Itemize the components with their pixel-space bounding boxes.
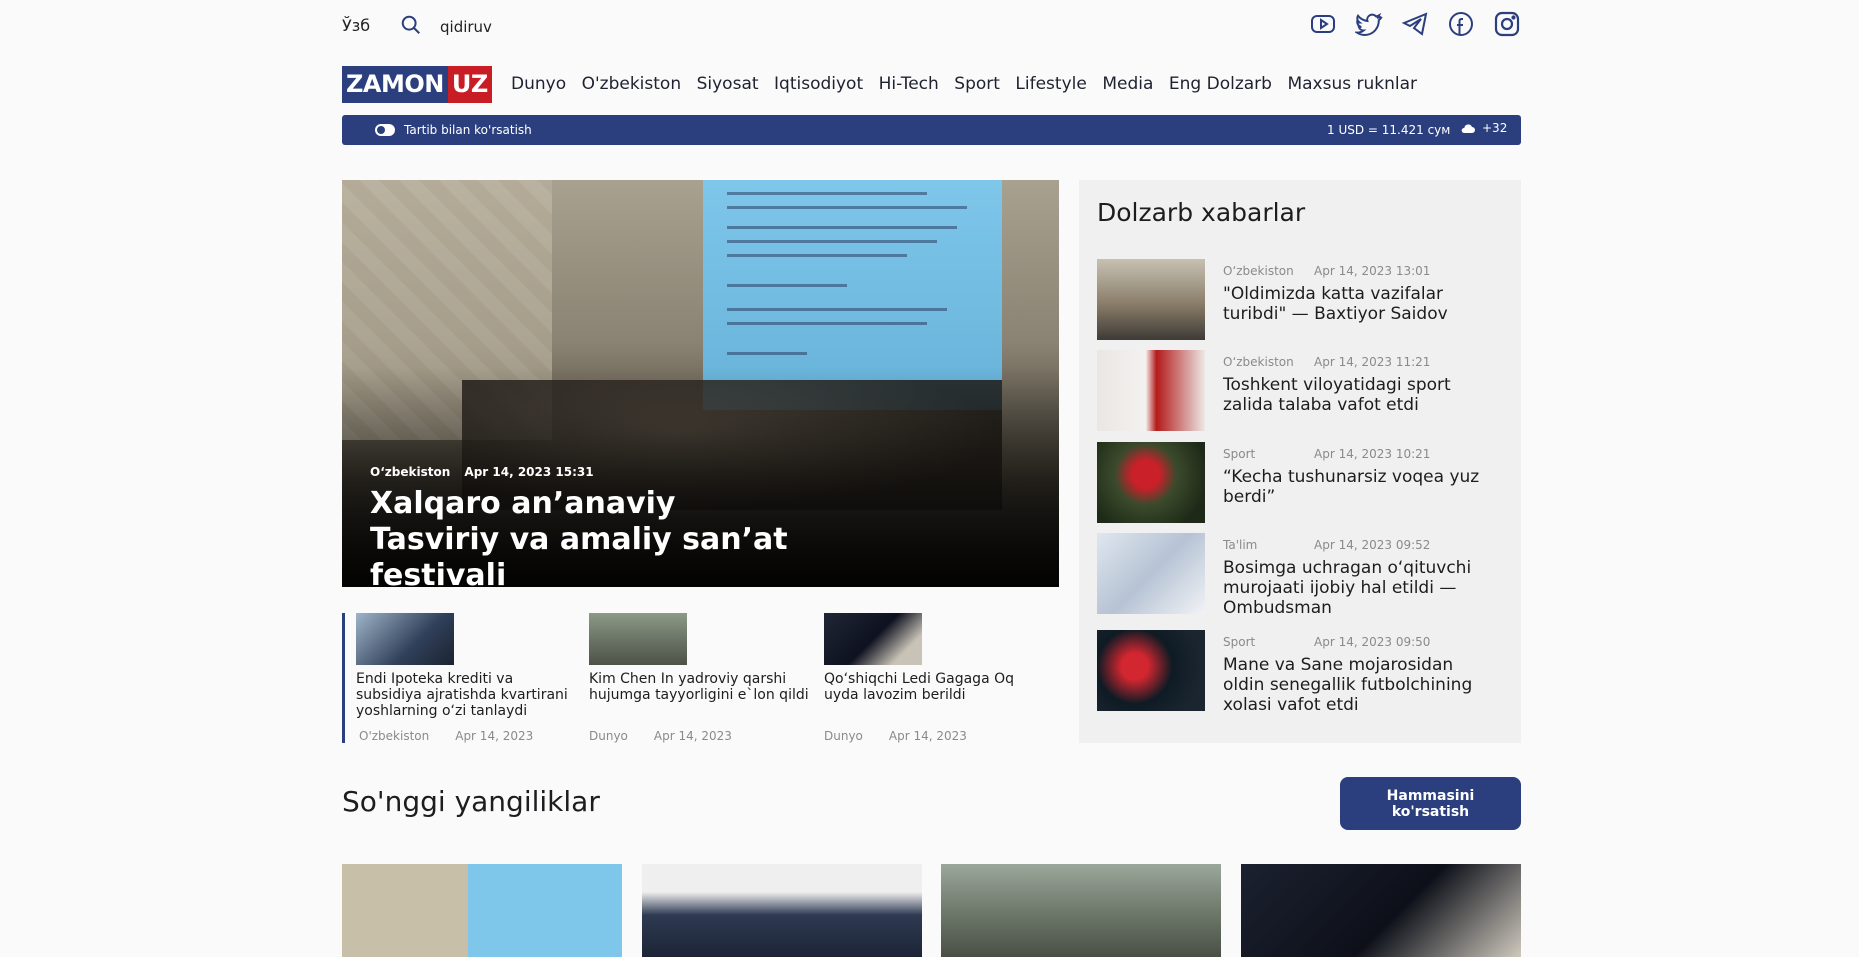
latest-card-image[interactable] xyxy=(1241,864,1521,957)
latest-card-image[interactable] xyxy=(941,864,1221,957)
mini-date: Apr 14, 2023 xyxy=(455,729,534,743)
nav-lifestyle[interactable]: Lifestyle xyxy=(1015,74,1086,94)
nav-media[interactable]: Media xyxy=(1102,74,1153,94)
sidebar-thumbnail xyxy=(1097,350,1205,431)
instagram-icon[interactable] xyxy=(1493,10,1521,38)
sidebar-thumbnail xyxy=(1097,259,1205,340)
sidebar-item-title[interactable]: Bosimga uchragan o‘qituvchi murojaati ij… xyxy=(1223,558,1493,618)
sidebar-item-title[interactable]: Mane va Sane mojarosidan oldin senegalli… xyxy=(1223,655,1493,715)
info-bar: Tartib bilan ko'rsatish 1 USD = 11.421 с… xyxy=(342,115,1521,145)
sidebar-item-date: Apr 14, 2023 09:50 xyxy=(1314,635,1431,649)
sidebar-thumbnail xyxy=(1097,630,1205,711)
twitter-icon[interactable] xyxy=(1355,10,1383,38)
nav-ozbekiston[interactable]: O'zbekiston xyxy=(582,74,682,94)
sidebar-item-category[interactable]: Ta'lim xyxy=(1223,538,1257,552)
mini-info: Dunyo Apr 14, 2023 xyxy=(589,729,732,743)
mini-title[interactable]: Endi Ipoteka krediti va subsidiya ajrati… xyxy=(356,671,581,719)
nav-dunyo[interactable]: Dunyo xyxy=(511,74,566,94)
mini-info: O'zbekiston Apr 14, 2023 xyxy=(359,729,533,743)
latest-news-grid xyxy=(342,864,1521,957)
utility-bar: Ўзб xyxy=(342,0,1521,52)
nav-hi-tech[interactable]: Hi-Tech xyxy=(879,74,939,94)
cloud-icon xyxy=(1461,124,1475,133)
sidebar-item-date: Apr 14, 2023 11:21 xyxy=(1314,355,1431,369)
sidebar-item-date: Apr 14, 2023 09:52 xyxy=(1314,538,1431,552)
nav-siyosat[interactable]: Siyosat xyxy=(697,74,759,94)
sidebar-thumbnail xyxy=(1097,442,1205,523)
sidebar-item-date: Apr 14, 2023 13:01 xyxy=(1314,264,1431,278)
sidebar-item-title[interactable]: "Oldimizda katta vazifalar turibdi" — Ba… xyxy=(1223,284,1493,324)
mini-thumbnail xyxy=(589,613,687,665)
mini-article[interactable]: Endi Ipoteka krediti va subsidiya ajrati… xyxy=(342,613,581,743)
site-logo[interactable]: ZAMON UZ xyxy=(342,66,492,103)
top-news-sidebar: Dolzarb xabarlar O‘zbekiston Apr 14, 202… xyxy=(1079,180,1521,743)
sidebar-item-date: Apr 14, 2023 10:21 xyxy=(1314,447,1431,461)
youtube-icon[interactable] xyxy=(1309,10,1337,38)
nav-eng-dolzarb[interactable]: Eng Dolzarb xyxy=(1169,74,1272,94)
latest-card-image[interactable] xyxy=(342,864,622,957)
hero-date: Apr 14, 2023 15:31 xyxy=(464,465,594,479)
mini-category[interactable]: Dunyo xyxy=(824,729,863,743)
mini-article[interactable]: Qo‘shiqchi Ledi Gagaga Oq uyda lavozim b… xyxy=(824,613,1049,743)
mini-category[interactable]: O'zbekiston xyxy=(359,729,429,743)
nav-sport[interactable]: Sport xyxy=(954,74,1000,94)
weather: +32 xyxy=(1460,121,1507,135)
mini-title[interactable]: Qo‘shiqchi Ledi Gagaga Oq uyda lavozim b… xyxy=(824,671,1049,703)
mini-category[interactable]: Dunyo xyxy=(589,729,628,743)
sidebar-thumbnail xyxy=(1097,533,1205,614)
mini-info: Dunyo Apr 14, 2023 xyxy=(824,729,967,743)
mini-articles: Endi Ipoteka krediti va subsidiya ajrati… xyxy=(342,613,1059,743)
sidebar-title: Dolzarb xabarlar xyxy=(1097,198,1306,227)
search-icon[interactable] xyxy=(400,14,422,40)
hero-category[interactable]: O‘zbekiston xyxy=(370,465,450,479)
sidebar-item-category[interactable]: Sport xyxy=(1223,635,1255,649)
latest-card-image[interactable] xyxy=(642,864,922,957)
show-all-button[interactable]: Hammasini ko'rsatish xyxy=(1340,777,1521,830)
mini-date: Apr 14, 2023 xyxy=(888,729,967,743)
facebook-icon[interactable] xyxy=(1447,10,1475,38)
hero-meta: O‘zbekiston Apr 14, 2023 15:31 xyxy=(370,465,594,479)
order-toggle[interactable] xyxy=(375,124,395,136)
order-toggle-label: Tartib bilan ko'rsatish xyxy=(404,123,532,137)
logo-part-zamon: ZAMON xyxy=(342,66,448,103)
sidebar-item-title[interactable]: “Kecha tushunarsiz voqea yuz berdi” xyxy=(1223,467,1493,507)
nav-maxsus-ruknlar[interactable]: Maxsus ruknlar xyxy=(1287,74,1417,94)
sidebar-item-category[interactable]: O‘zbekiston xyxy=(1223,355,1294,369)
social-links xyxy=(1309,10,1521,38)
mini-date: Apr 14, 2023 xyxy=(653,729,732,743)
latest-news-title: So'nggi yangiliklar xyxy=(342,785,600,818)
search-box xyxy=(400,14,642,40)
mini-thumbnail xyxy=(824,613,922,665)
mini-title[interactable]: Kim Chen In yadroviy qarshi hujumga tayy… xyxy=(589,671,814,703)
sidebar-item-category[interactable]: O‘zbekiston xyxy=(1223,264,1294,278)
mini-thumbnail xyxy=(356,613,454,665)
sidebar-item-title[interactable]: Toshkent viloyatidagi sport zalida talab… xyxy=(1223,375,1493,415)
hero-article[interactable]: O‘zbekiston Apr 14, 2023 15:31 Xalqaro a… xyxy=(342,180,1059,587)
search-input[interactable] xyxy=(438,17,642,37)
temperature: +32 xyxy=(1482,121,1508,135)
telegram-icon[interactable] xyxy=(1401,10,1429,38)
main-nav: Dunyo O'zbekiston Siyosat Iqtisodiyot Hi… xyxy=(511,74,1433,94)
hero-title[interactable]: Xalqaro an’anaviy Tasviriy va amaliy san… xyxy=(370,486,810,587)
sidebar-item-category[interactable]: Sport xyxy=(1223,447,1255,461)
language-switch[interactable]: Ўзб xyxy=(342,16,370,35)
currency-rate: 1 USD = 11.421 сум xyxy=(1327,123,1451,137)
nav-iqtisodiyot[interactable]: Iqtisodiyot xyxy=(774,74,863,94)
mini-article[interactable]: Kim Chen In yadroviy qarshi hujumga tayy… xyxy=(589,613,814,743)
logo-part-uz: UZ xyxy=(447,66,492,103)
